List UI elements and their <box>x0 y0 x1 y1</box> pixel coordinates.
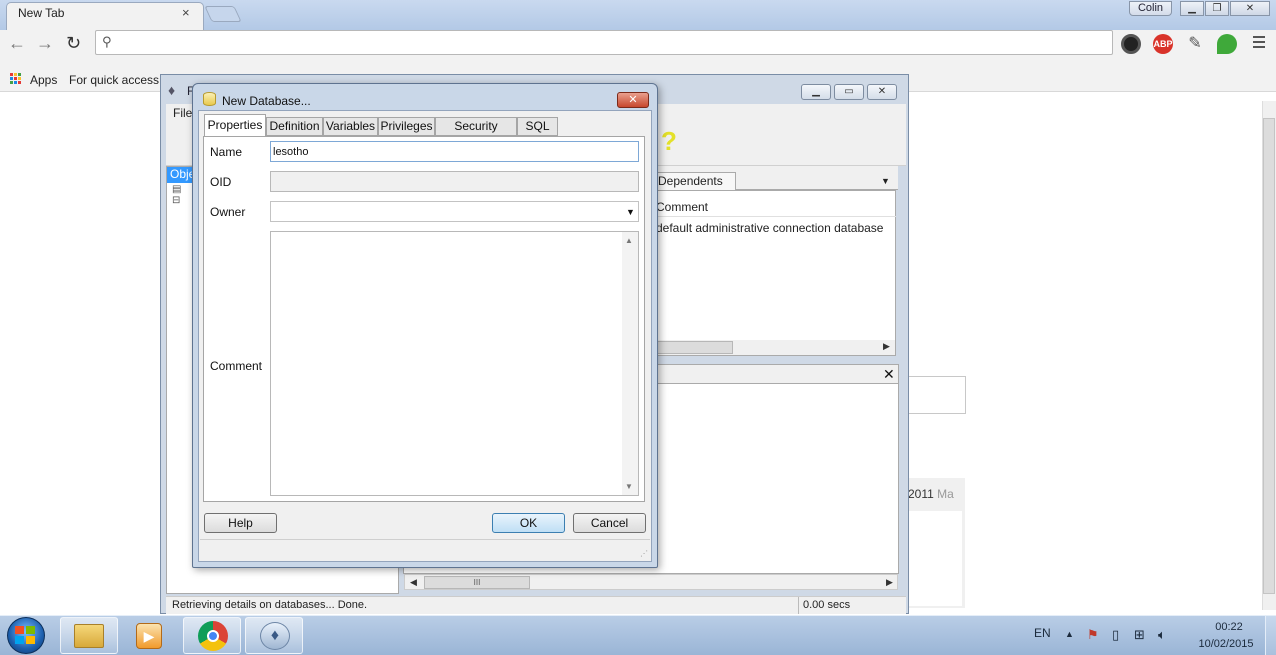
evernote-icon[interactable] <box>1217 34 1237 54</box>
apps-bookmark[interactable]: Apps <box>30 73 57 87</box>
profile-badge[interactable]: Colin <box>1129 1 1172 16</box>
scroll-down-arrow-icon[interactable]: ▼ <box>625 482 633 491</box>
camera-icon[interactable] <box>1121 34 1141 54</box>
dialog-statusbar <box>200 539 650 560</box>
back-arrow-icon[interactable]: ← <box>8 33 26 54</box>
list-scrollbar-thumb[interactable] <box>657 341 733 354</box>
folder-icon <box>74 624 104 648</box>
status-message: Retrieving details on databases... Done. <box>172 599 368 611</box>
sql-scrollbar-thumb[interactable]: III <box>424 576 530 589</box>
scroll-right-arrow-icon[interactable]: ▶ <box>886 577 893 588</box>
status-divider <box>798 597 799 614</box>
owner-label: Owner <box>210 205 246 219</box>
close-window-button[interactable]: ✕ <box>1230 1 1270 16</box>
sql-pane-close-icon[interactable]: ✕ <box>883 366 895 383</box>
oid-field <box>270 171 639 192</box>
tab-dependents[interactable]: Dependents <box>652 172 736 191</box>
bookmarks-hint-text: For quick access, <box>69 73 163 87</box>
background-month-fragment: Ma <box>937 487 954 501</box>
background-search-box <box>905 376 966 414</box>
pgadmin-menu-file[interactable]: File <box>173 106 192 120</box>
comment-label: Comment <box>210 359 263 373</box>
apps-grid-icon[interactable] <box>10 73 22 85</box>
pgadmin-elephant-icon: ♦ <box>260 622 290 650</box>
page-scrollbar-thumb[interactable] <box>1263 118 1275 594</box>
name-label: Name <box>210 145 243 159</box>
help-question-icon[interactable]: ? <box>655 126 683 162</box>
ok-button[interactable]: OK <box>492 513 565 533</box>
tab-security-labels[interactable]: Security Labels <box>435 117 517 150</box>
background-year: 2011 <box>908 487 934 501</box>
windows-logo-icon <box>15 626 37 646</box>
server-node-icon[interactable]: ▤ ⊟ <box>172 184 181 206</box>
background-date-text: 2011 Ma <box>908 487 954 501</box>
owner-dropdown[interactable] <box>270 201 639 222</box>
chrome-icon-center <box>207 630 219 642</box>
tab-sql[interactable]: SQL <box>517 117 558 136</box>
network-icon[interactable]: ⊞ <box>1134 627 1145 643</box>
scroll-left-arrow-icon[interactable]: ◀ <box>410 577 417 588</box>
cancel-button[interactable]: Cancel <box>573 513 646 533</box>
search-icon: ⚲ <box>102 34 112 49</box>
pgadmin-maximize-button[interactable]: ▭ <box>834 84 864 100</box>
scroll-right-arrow-icon[interactable]: ▶ <box>883 341 890 352</box>
battery-icon[interactable]: ▯ <box>1112 627 1119 643</box>
list-cell-comment: default administrative connection databa… <box>656 221 884 235</box>
pgadmin-minimize-button[interactable]: ▁ <box>801 84 831 100</box>
pgadmin-close-button[interactable]: ✕ <box>867 84 897 100</box>
database-icon <box>203 92 216 106</box>
column-header-comment[interactable]: Comment <box>652 198 896 217</box>
dialog-title: New Database... <box>222 94 311 108</box>
tab-properties[interactable]: Properties <box>204 114 266 137</box>
clock-date[interactable]: 10/02/2015 <box>1191 638 1261 650</box>
comment-scrollbar[interactable] <box>622 232 638 495</box>
name-field[interactable] <box>270 141 639 162</box>
show-hidden-icons-icon[interactable]: ▲ <box>1065 629 1074 639</box>
tabs-dropdown-icon[interactable]: ▼ <box>881 176 890 186</box>
address-bar[interactable] <box>95 30 1113 55</box>
tab-privileges[interactable]: Privileges <box>378 117 435 136</box>
reload-icon[interactable]: ↻ <box>66 33 81 54</box>
clock-time[interactable]: 00:22 <box>1199 621 1259 633</box>
volume-icon[interactable]: 🔈︎ <box>1158 627 1166 643</box>
help-button[interactable]: Help <box>204 513 277 533</box>
background-panel-content <box>907 511 962 606</box>
tab-close-icon[interactable]: × <box>182 5 190 20</box>
dropdown-arrow-icon[interactable]: ▼ <box>626 207 635 217</box>
tab-title: New Tab <box>18 6 65 20</box>
oid-label: OID <box>210 175 232 189</box>
tab-variables[interactable]: Variables <box>323 117 378 136</box>
scroll-up-arrow-icon[interactable]: ▲ <box>625 236 633 245</box>
show-desktop-button[interactable] <box>1265 616 1276 655</box>
pgadmin-elephant-icon: ♦ <box>168 82 176 98</box>
restore-window-button[interactable]: ❐ <box>1205 1 1229 16</box>
eyedropper-icon[interactable]: ✎ <box>1185 34 1205 54</box>
resize-grip-icon[interactable]: ⋰ <box>640 549 648 558</box>
action-center-icon[interactable]: ⚑ <box>1087 627 1099 643</box>
chrome-menu-icon[interactable] <box>1253 35 1265 49</box>
comment-textarea[interactable] <box>270 231 639 496</box>
minimize-window-button[interactable]: ▁ <box>1180 1 1204 16</box>
tab-definition[interactable]: Definition <box>266 117 323 136</box>
dialog-close-button[interactable]: ✕ <box>617 92 649 108</box>
adblock-plus-icon[interactable]: ABP <box>1153 34 1173 54</box>
forward-arrow-icon[interactable]: → <box>36 33 54 54</box>
language-indicator[interactable]: EN <box>1034 626 1051 640</box>
media-player-icon: ▶ <box>136 623 162 649</box>
status-elapsed-time: 0.00 secs <box>803 599 851 611</box>
